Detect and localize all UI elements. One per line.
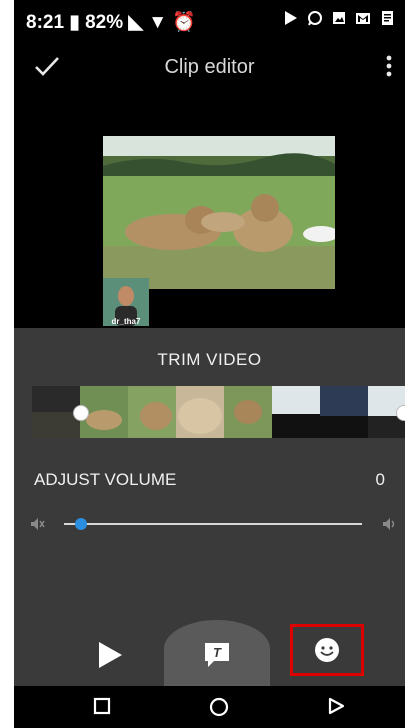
video-frame [103,136,335,289]
wifi-icon: ▼ [148,12,168,33]
webcam-label: dr_tha7 [111,317,141,326]
alarm-icon: ⏰ [172,12,197,33]
text-overlay-icon: T [205,643,229,667]
battery-icon: ▮ [69,12,80,33]
status-bar-left: 8:21 ▮ 82% ◣ ▼ ⏰ [26,10,196,34]
sticker-icon [315,638,339,662]
filmstrip-frame [320,386,368,438]
battery-percent: 82% [85,12,124,33]
trim-video-heading: TRIM VIDEO [157,350,262,369]
more-vert-icon[interactable] [385,54,393,78]
edit-panel: TRIM VIDEO ADJUST VOLUME 0 [14,328,405,628]
gallery-icon [333,12,345,24]
text-overlay-button[interactable]: T [164,620,270,692]
home-icon[interactable] [208,696,230,718]
whatsapp-icon [308,11,322,26]
adjust-volume-heading: ADJUST VOLUME [34,470,177,489]
volume-value: 0 [375,470,385,489]
notes-icon [382,11,393,25]
webcam-overlay[interactable]: dr_tha7 [103,278,149,326]
play-store-icon [285,11,297,25]
volume-track[interactable] [64,523,362,525]
system-nav-bar [14,686,405,728]
filmstrip-frame [224,386,272,438]
trim-start-handle[interactable] [73,405,89,421]
filmstrip-frame [128,386,176,438]
notification-icons [283,10,395,26]
status-bar: 8:21 ▮ 82% ◣ ▼ ⏰ [14,0,405,38]
video-preview[interactable]: dr_tha7 [14,98,405,328]
signal-icon: ◣ [128,12,143,33]
back-icon[interactable] [326,696,346,716]
filmstrip-frame [176,386,224,438]
text-overlay-glyph: T [213,645,222,660]
filmstrip-frame [272,386,320,438]
volume-icon[interactable] [381,516,397,532]
app-bar: Clip editor [14,38,405,98]
sticker-button[interactable] [290,624,364,676]
clock-time: 8:21 [26,12,65,33]
volume-thumb[interactable] [75,518,87,530]
editor-toolbar: T [14,620,405,692]
page-title: Clip editor [164,56,255,78]
recents-icon[interactable] [92,696,112,716]
trim-end-handle[interactable] [396,405,405,421]
gmail-icon [356,13,370,24]
play-icon[interactable] [96,640,124,670]
mute-icon[interactable] [29,516,45,532]
volume-slider[interactable] [29,514,397,534]
app-screen: 8:21 ▮ 82% ◣ ▼ ⏰ Clip editor dr_tha7 TRI… [14,0,405,728]
